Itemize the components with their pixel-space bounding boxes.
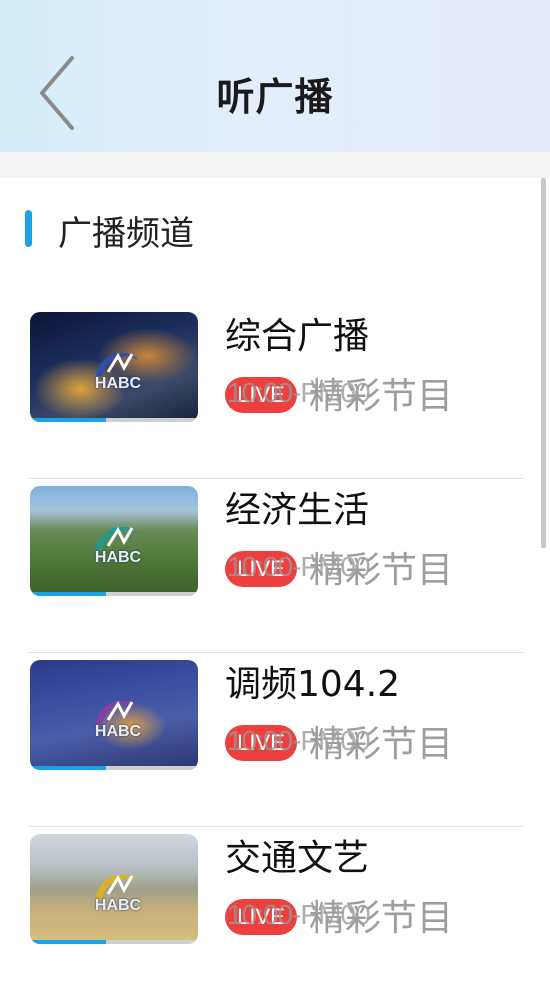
logo-text: HABC xyxy=(94,549,142,566)
channel-name: 调频104.2 xyxy=(225,664,401,705)
section-accent-bar xyxy=(25,210,32,247)
channel-item-fm1042[interactable]: HABC 调频104.2 LIVE 10:00-PM00 精彩节目 xyxy=(29,653,524,827)
channel-thumbnail: HABC xyxy=(30,834,198,944)
logo-text: HABC xyxy=(94,897,142,914)
page-title: 听广播 xyxy=(216,75,334,119)
channel-thumbnail: HABC xyxy=(30,486,198,596)
scrollbar[interactable] xyxy=(541,178,546,548)
progress-track xyxy=(30,766,198,770)
logo-text: HABC xyxy=(94,375,142,392)
progress-fill xyxy=(30,592,106,596)
channel-name: 综合广播 xyxy=(225,316,370,357)
channel-thumbnail: HABC xyxy=(30,660,198,770)
section-gap xyxy=(0,152,550,178)
header-bar: 听广播 xyxy=(0,0,550,152)
program-name: 精彩节目 xyxy=(309,898,454,939)
channel-item-jiaotong[interactable]: HABC 交通文艺 LIVE 10:00-PM00 精彩节目 xyxy=(29,827,524,1001)
channel-item-jingji[interactable]: HABC 经济生活 LIVE 10:00-PM00 精彩节目 xyxy=(29,479,524,653)
logo-text: HABC xyxy=(94,723,142,740)
progress-track xyxy=(30,592,198,596)
program-name: 精彩节目 xyxy=(309,376,454,417)
progress-track xyxy=(30,940,198,944)
progress-fill xyxy=(30,766,106,770)
program-name: 精彩节目 xyxy=(309,550,454,591)
channel-item-zonghe[interactable]: HABC 综合广播 LIVE 10:00-PM00 精彩节目 xyxy=(29,305,524,479)
section-title: 广播频道 xyxy=(58,214,194,254)
channel-name: 交通文艺 xyxy=(225,838,370,879)
program-name: 精彩节目 xyxy=(309,724,454,765)
channel-thumbnail: HABC xyxy=(30,312,198,422)
progress-fill xyxy=(30,418,106,422)
channel-name: 经济生活 xyxy=(225,490,370,531)
progress-fill xyxy=(30,940,106,944)
progress-track xyxy=(30,418,198,422)
